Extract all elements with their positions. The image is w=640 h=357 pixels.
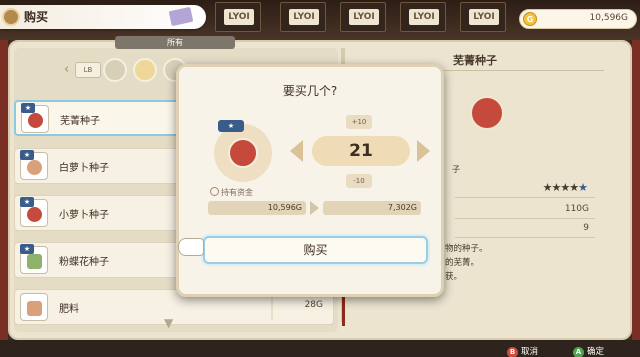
quantity-value[interactable]: 21 (312, 136, 410, 166)
coin-icon (210, 187, 219, 196)
shelf-book: LYOI (400, 2, 446, 32)
shelf-book: LYOI (215, 2, 261, 32)
footer-bar (0, 340, 640, 357)
seed-bag-icon: ★ (214, 120, 272, 182)
count-row: 9 (455, 220, 595, 238)
seed-bag-icon (470, 96, 504, 130)
shop-icon (2, 8, 20, 26)
shelf-book: LYOI (280, 2, 326, 32)
seed-bag-icon: ★ (21, 103, 49, 133)
shelf-book: LYOI (340, 2, 386, 32)
dialog-title: 要买几个? (282, 84, 338, 98)
cancel-button[interactable]: B 取消 (507, 345, 538, 357)
item-name: 芜菁种子 (60, 116, 100, 127)
stat-label: 子 (452, 165, 460, 174)
gold-display: G 10,596G (519, 9, 637, 29)
increase-arrow-icon[interactable] (417, 140, 430, 162)
description-line: 获。 (445, 272, 463, 282)
shelf-book: LYOI (460, 2, 506, 32)
cancel-label: 取消 (521, 347, 539, 357)
divider (271, 294, 273, 320)
chevron-left-icon[interactable]: ‹ (64, 62, 69, 77)
fertilizer-icon (20, 293, 48, 321)
lb-button[interactable]: LB (75, 62, 101, 78)
rating-stars: ★★★★★ (542, 181, 588, 194)
seed-bag-icon: ★ (20, 244, 48, 274)
tab-all[interactable] (133, 58, 157, 82)
description-line: 物的种子。 (445, 244, 488, 254)
item-name: 小萝卜种子 (59, 210, 109, 221)
confirm-button[interactable]: A 确定 (573, 345, 604, 357)
item-price: 28G (304, 300, 323, 310)
item-name: 粉蝶花种子 (59, 257, 109, 268)
seed-bag-icon: ★ (20, 197, 48, 227)
coin-icon: G (523, 12, 537, 26)
funds-label: 持有资金 (210, 187, 253, 198)
decrease-arrow-icon[interactable] (290, 140, 303, 162)
decrease-10-button[interactable]: -10 (346, 174, 372, 188)
detail-price: 110G (564, 204, 589, 214)
description-line: 的芜菁。 (445, 258, 480, 268)
page-title: 购买 (24, 10, 49, 24)
detail-count: 9 (583, 223, 589, 233)
seed-bag-icon: ★ (20, 150, 48, 180)
side-decoration (0, 40, 8, 340)
price-row: 110G (455, 201, 595, 219)
buy-button[interactable]: 购买 (203, 236, 428, 264)
bookmark-decoration (342, 296, 345, 326)
item-name: 肥料 (59, 304, 79, 315)
confirm-label: 确定 (587, 347, 605, 357)
increase-10-button[interactable]: +10 (346, 115, 372, 129)
scroll-down-icon[interactable]: ▼ (164, 316, 173, 330)
quality-row: ★★★★★ (455, 180, 595, 198)
category-label: 所有 (115, 36, 235, 49)
tab-tools[interactable] (103, 58, 127, 82)
funds-before: 10,596G (208, 201, 306, 215)
item-name: 白萝卜种子 (59, 163, 109, 174)
funds-after: 7,302G (323, 201, 421, 215)
shop-header: 购买 (0, 5, 206, 29)
side-decoration (632, 40, 640, 340)
ticket-icon (168, 6, 194, 27)
gold-amount: 10,596G (589, 13, 628, 23)
a-key-icon: A (573, 347, 584, 357)
arrow-right-icon (310, 201, 319, 215)
b-key-icon: B (507, 347, 518, 357)
pointer-hand-icon (178, 238, 204, 256)
